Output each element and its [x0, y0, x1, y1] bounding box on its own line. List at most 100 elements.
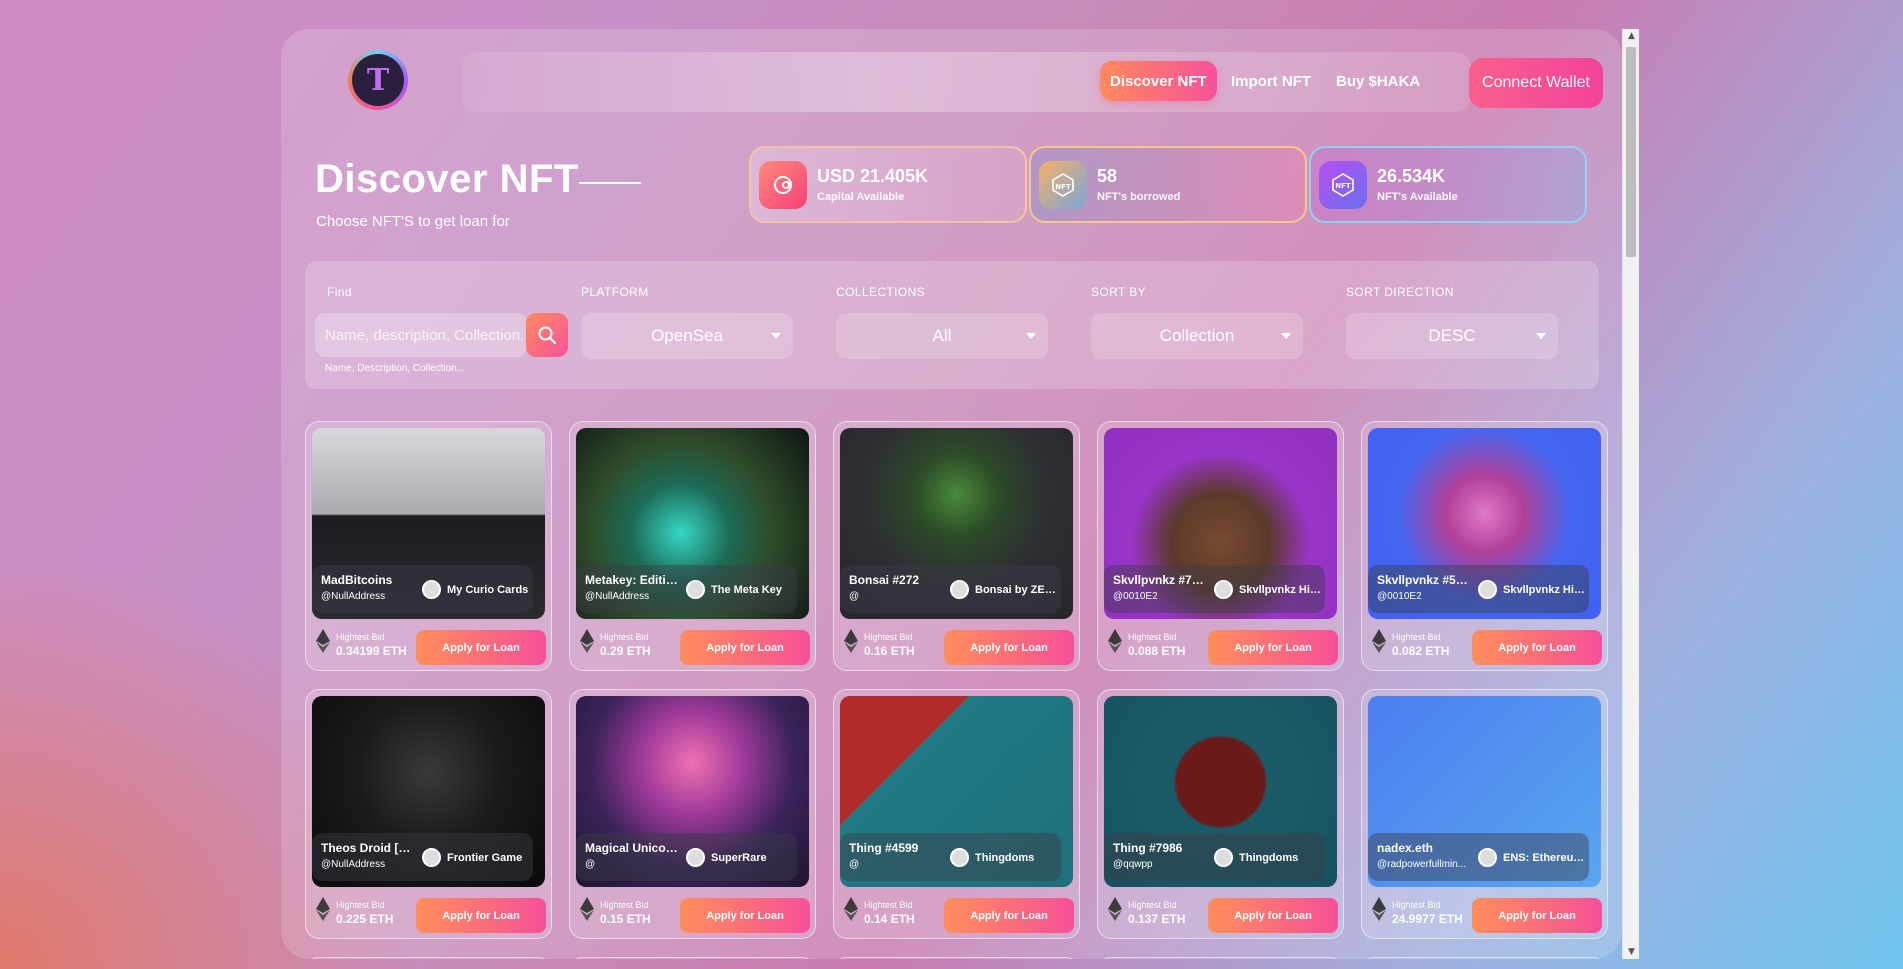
stat-nfts-borrowed: NFT 58 NFT's borrowed: [1029, 146, 1307, 223]
nft-collection[interactable]: ENS: Ethereum...: [1478, 848, 1588, 867]
nft-collection[interactable]: Frontier Game: [422, 848, 532, 867]
highest-bid-label: Hightest Bid: [864, 900, 913, 910]
nft-collection[interactable]: Thingdoms: [1214, 848, 1324, 867]
scroll-up-icon[interactable]: ▲: [1623, 29, 1640, 43]
app-container: T Discover NFT Import NFT Buy $HAKA Conn…: [281, 29, 1622, 959]
highest-bid-value: 0.15 ETH: [600, 912, 651, 926]
nft-info-bar: Thing #7986 @qqwpp Thingdoms: [1104, 833, 1325, 881]
nft-card[interactable]: Skvllpvnkz #5943 @0010E2 Skvllpvnkz Hid...…: [1361, 421, 1608, 671]
collection-avatar: [1478, 848, 1497, 867]
stat-value: 58: [1097, 166, 1118, 186]
nft-card[interactable]: Theos Droid [St... @NullAddress Frontier G…: [305, 689, 552, 939]
sort-by-value: Collection: [1159, 326, 1235, 345]
collections-select[interactable]: All: [836, 313, 1048, 359]
nft-card[interactable]: Thing #7986 @qqwpp Thingdoms Hightest Bid 0.…: [1097, 689, 1344, 939]
nav-buy-haka[interactable]: Buy $HAKA: [1326, 61, 1430, 101]
scroll-down-icon[interactable]: ▼: [1623, 945, 1640, 959]
highest-bid-value: 0.088 ETH: [1128, 644, 1186, 658]
apply-for-loan-button[interactable]: Apply for Loan: [416, 898, 546, 933]
collection-avatar: [1214, 580, 1233, 599]
nft-owner: @radpowerfullmin...: [1377, 859, 1467, 870]
apply-for-loan-button[interactable]: Apply for Loan: [416, 630, 546, 665]
ethereum-icon: [1372, 897, 1386, 921]
nft-card-partial[interactable]: [1097, 957, 1344, 959]
highest-bid-label: Hightest Bid: [600, 632, 649, 642]
nft-card[interactable]: Metakey: Editio... @NullAddress The Meta K…: [569, 421, 816, 671]
apply-for-loan-button[interactable]: Apply for Loan: [1208, 898, 1338, 933]
apply-for-loan-button[interactable]: Apply for Loan: [1208, 630, 1338, 665]
platform-select[interactable]: OpenSea: [581, 313, 793, 359]
nft-card-partial[interactable]: [569, 957, 816, 959]
stat-label: Capital Available: [817, 191, 905, 203]
ethereum-icon: [1108, 897, 1122, 921]
title-divider: [579, 182, 641, 184]
collection-name: Skvllpvnkz Hid...: [1503, 583, 1588, 596]
scrollbar[interactable]: ▲ ▼: [1622, 29, 1639, 959]
highest-bid-value: 0.225 ETH: [336, 912, 394, 926]
nft-name: Metakey: Editio...: [585, 573, 680, 587]
search-input[interactable]: [315, 313, 527, 357]
sort-direction-select[interactable]: DESC: [1346, 313, 1558, 359]
coin-icon: [759, 160, 807, 209]
nft-owner: @NullAddress: [321, 859, 386, 870]
nft-borrowed-icon: NFT: [1039, 160, 1087, 209]
nft-collection[interactable]: Thingdoms: [950, 848, 1060, 867]
nft-card[interactable]: Bonsai #272 @ Bonsai by ZEN... Hightest Bid…: [833, 421, 1080, 671]
filter-panel: Find Name, Description, Collection... PL…: [305, 261, 1599, 389]
logo[interactable]: T: [348, 50, 408, 110]
stat-nfts-available: NFT 26.534K NFT's Available: [1309, 146, 1587, 223]
nft-name: Skvllpvnkz #5943: [1377, 573, 1472, 587]
sort-by-select[interactable]: Collection: [1091, 313, 1303, 359]
nft-name: Theos Droid [St...: [321, 841, 416, 855]
nft-name: Skvllpvnkz #7471: [1113, 573, 1208, 587]
nav-discover-nft[interactable]: Discover NFT: [1100, 61, 1217, 101]
highest-bid-value: 0.29 ETH: [600, 644, 651, 658]
nft-collection[interactable]: Bonsai by ZEN...: [950, 580, 1060, 599]
nft-collection[interactable]: Skvllpvnkz Hid...: [1214, 580, 1324, 599]
apply-for-loan-button[interactable]: Apply for Loan: [680, 898, 810, 933]
apply-for-loan-button[interactable]: Apply for Loan: [1472, 630, 1602, 665]
highest-bid-label: Hightest Bid: [1128, 900, 1177, 910]
nft-info-bar: Bonsai #272 @ Bonsai by ZEN...: [840, 565, 1061, 613]
nft-name: nadex.eth: [1377, 841, 1434, 855]
nft-info-bar: Metakey: Editio... @NullAddress The Meta K…: [576, 565, 797, 613]
nft-collection[interactable]: Skvllpvnkz Hid...: [1478, 580, 1588, 599]
nft-owner: @0010E2: [1377, 591, 1422, 602]
collection-avatar: [1214, 848, 1233, 867]
sort-direction-label: SORT DIRECTION: [1346, 285, 1454, 299]
nft-card[interactable]: nadex.eth @radpowerfullmin... ENS: Ethereu…: [1361, 689, 1608, 939]
nft-card-partial[interactable]: [833, 957, 1080, 959]
apply-for-loan-button[interactable]: Apply for Loan: [944, 630, 1074, 665]
stat-capital-available: USD 21.405K Capital Available: [749, 146, 1027, 223]
nft-name: Bonsai #272: [849, 573, 920, 587]
highest-bid-value: 24.9977 ETH: [1392, 912, 1463, 926]
svg-text:NFT: NFT: [1055, 183, 1071, 191]
highest-bid-value: 0.137 ETH: [1128, 912, 1186, 926]
ethereum-icon: [844, 897, 858, 921]
chevron-down-icon: [1026, 333, 1036, 339]
nft-card-partial[interactable]: [305, 957, 552, 959]
nft-card[interactable]: Thing #4599 @ Thingdoms Hightest Bid 0.14 ET…: [833, 689, 1080, 939]
nft-card-partial[interactable]: [1361, 957, 1608, 959]
search-button[interactable]: [526, 313, 568, 357]
nft-info-bar: MadBitcoins @NullAddress My Curio Cards: [312, 565, 533, 613]
stat-label: NFT's borrowed: [1097, 191, 1181, 203]
nft-collection[interactable]: My Curio Cards: [422, 580, 532, 599]
nft-card[interactable]: MadBitcoins @NullAddress My Curio Cards Hig…: [305, 421, 552, 671]
collection-avatar: [1478, 580, 1497, 599]
collection-avatar: [950, 848, 969, 867]
apply-for-loan-button[interactable]: Apply for Loan: [680, 630, 810, 665]
apply-for-loan-button[interactable]: Apply for Loan: [1472, 898, 1602, 933]
nft-collection[interactable]: The Meta Key: [686, 580, 796, 599]
nft-available-icon: NFT: [1319, 160, 1367, 209]
apply-for-loan-button[interactable]: Apply for Loan: [944, 898, 1074, 933]
collections-label: COLLECTIONS: [836, 285, 926, 299]
connect-wallet-button[interactable]: Connect Wallet: [1469, 58, 1603, 108]
nft-collection[interactable]: SuperRare: [686, 848, 796, 867]
highest-bid-value: 0.14 ETH: [864, 912, 915, 926]
nft-card[interactable]: Magical Unicorn... @ SuperRare Hightest Bid…: [569, 689, 816, 939]
nft-card[interactable]: Skvllpvnkz #7471 @0010E2 Skvllpvnkz Hid...…: [1097, 421, 1344, 671]
nav-import-nft[interactable]: Import NFT: [1221, 61, 1321, 101]
nft-name: Thing #4599: [849, 841, 919, 855]
scroll-thumb[interactable]: [1626, 47, 1636, 257]
